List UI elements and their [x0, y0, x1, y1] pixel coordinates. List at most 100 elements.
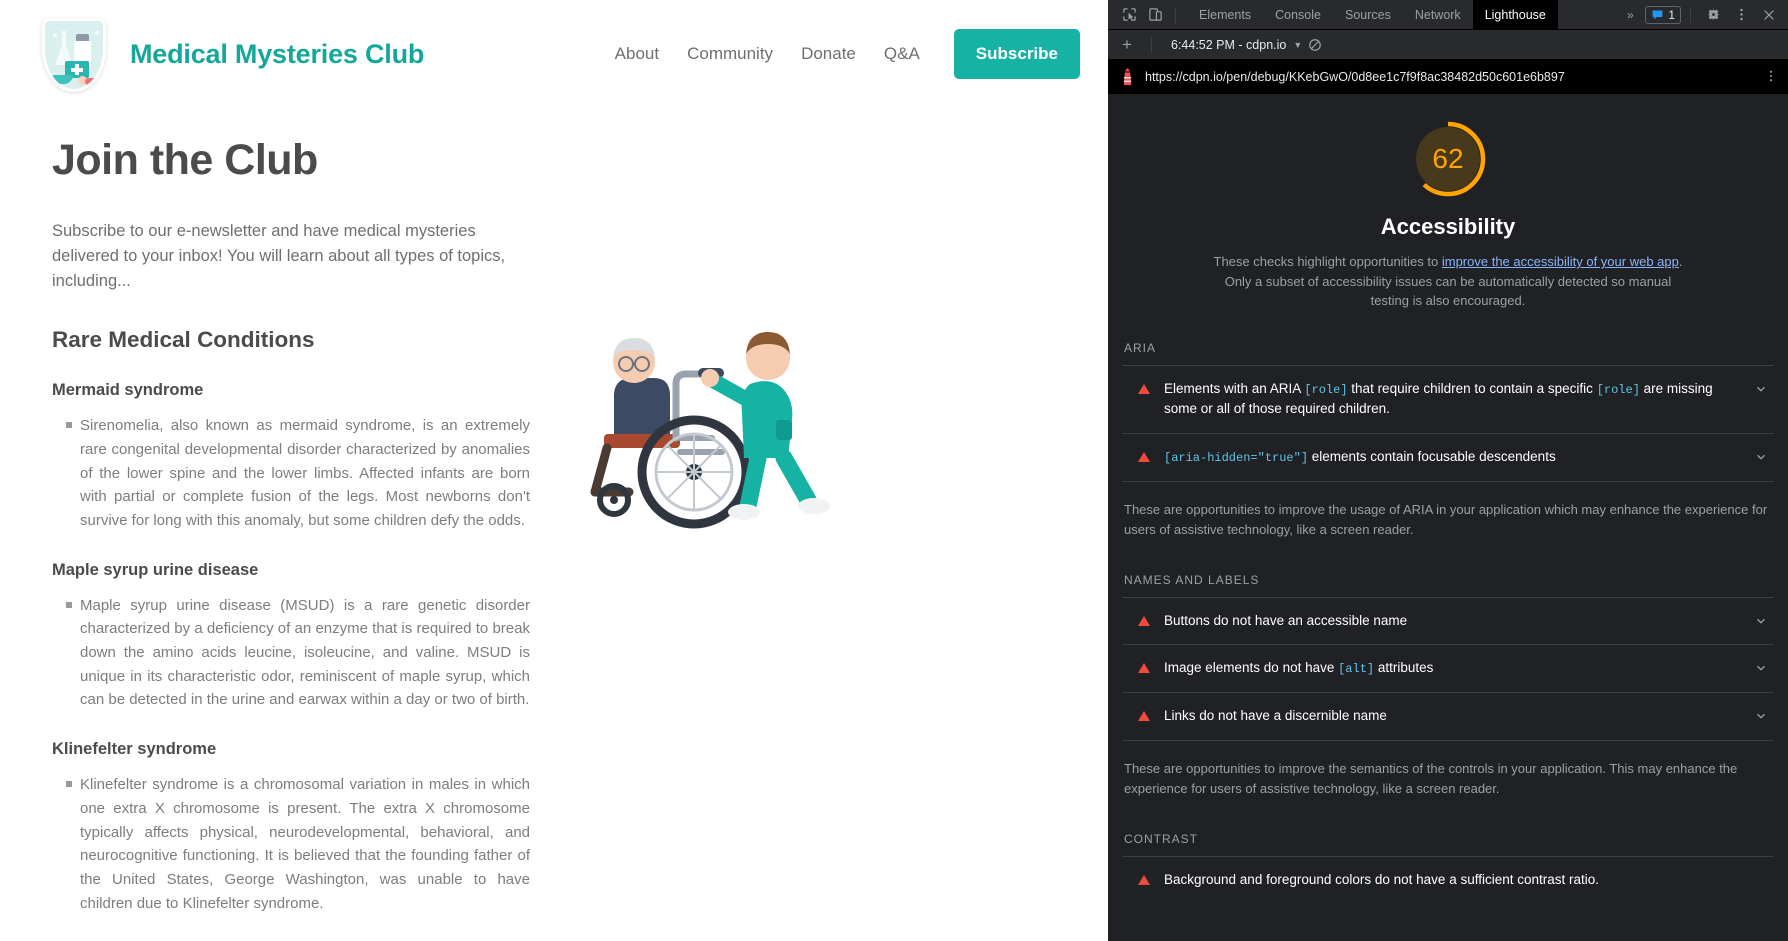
more-tabs-icon[interactable]: »	[1617, 3, 1643, 27]
issues-icon	[1652, 10, 1663, 20]
section-names-and-labels: NAMES AND LABELS Buttons do not have an …	[1108, 547, 1788, 806]
device-toolbar-icon[interactable]	[1142, 3, 1168, 27]
section-title: Rare Medical Conditions	[52, 327, 315, 353]
issues-count: 1	[1668, 7, 1675, 22]
warning-icon	[1138, 383, 1150, 394]
condition-list-mermaid: Sirenomelia, also known as mermaid syndr…	[36, 414, 552, 532]
audit-title: Buttons do not have an accessible name	[1164, 612, 1408, 628]
audit-text-mid: attributes	[1374, 660, 1434, 676]
illustration-column	[552, 108, 1072, 941]
clear-icon[interactable]	[1308, 38, 1322, 52]
list-item: Sirenomelia, also known as mermaid syndr…	[66, 414, 530, 532]
audit-text-pre: Image elements do not have	[1164, 660, 1339, 676]
wheelchair-illustration	[590, 332, 830, 529]
chevron-down-icon[interactable]	[1754, 382, 1768, 399]
audit-title: Image elements do not have [alt] attribu…	[1164, 658, 1740, 679]
lighthouse-subbar: + 6:44:52 PM - cdpn.io ▼	[1108, 30, 1788, 60]
devtools-toolbar: Elements Console Sources Network Lightho…	[1108, 0, 1788, 30]
intro-paragraph: Subscribe to our e-newsletter and have m…	[52, 222, 506, 290]
main-nav: About Community Donate Q&A Subscribe	[615, 29, 1080, 79]
audit-code-2: [role]	[1596, 382, 1640, 397]
report-select[interactable]: 6:44:52 PM - cdpn.io ▼	[1165, 38, 1302, 52]
lighthouse-logo-icon	[1123, 67, 1132, 86]
section-heading-contrast: CONTRAST	[1124, 831, 1198, 846]
issues-badge[interactable]: 1	[1645, 5, 1681, 24]
devtools-tabs: Elements Console Sources Network Lightho…	[1187, 0, 1558, 30]
audit-title: Background and foreground colors do not …	[1164, 871, 1600, 887]
section-aria: ARIA Elements with an ARIA [role] that r…	[1108, 315, 1788, 547]
audit-code: [role]	[1304, 382, 1348, 397]
list-item: Maple syrup urine disease (MSUD) is a ra…	[66, 594, 530, 712]
devtools-panel: Elements Console Sources Network Lightho…	[1108, 0, 1788, 941]
condition-title-msud: Maple syrup urine disease	[52, 560, 259, 579]
accessibility-docs-link[interactable]: improve the accessibility of your web ap…	[1442, 254, 1679, 269]
page-title: Join the Club	[52, 136, 318, 184]
section-contrast: CONTRAST Background and foreground color…	[1108, 806, 1788, 904]
score-gauge-wrap: 62 Accessibility These checks highlight …	[1108, 94, 1788, 315]
audit-title: Elements with an ARIA [role] that requir…	[1164, 379, 1740, 421]
condition-title-mermaid: Mermaid syndrome	[52, 381, 204, 400]
group-description-aria: These are opportunities to improve the u…	[1122, 481, 1774, 546]
report-url: https://cdpn.io/pen/debug/KKebGwO/0d8ee1…	[1145, 70, 1565, 84]
warning-icon	[1138, 874, 1150, 885]
nav-item-about[interactable]: About	[615, 44, 659, 64]
tab-network[interactable]: Network	[1403, 0, 1473, 30]
audit-code: [aria-hidden="true"]	[1164, 451, 1309, 466]
site-title: Medical Mysteries Club	[130, 38, 425, 69]
inspect-element-icon[interactable]	[1116, 3, 1142, 27]
tab-elements[interactable]: Elements	[1187, 0, 1263, 30]
audit-row[interactable]: Elements with an ARIA [role] that requir…	[1122, 364, 1774, 434]
audit-row[interactable]: Buttons do not have an accessible name	[1122, 596, 1774, 645]
lighthouse-report: https://cdpn.io/pen/debug/KKebGwO/0d8ee1…	[1108, 60, 1788, 941]
nav-item-community[interactable]: Community	[687, 44, 773, 64]
description-pre: These checks highlight opportunities to	[1213, 254, 1442, 269]
header-subscribe-button[interactable]: Subscribe	[953, 29, 1080, 79]
site-logo-icon[interactable]	[36, 8, 114, 100]
gear-icon[interactable]	[1700, 3, 1726, 27]
nav-item-qa[interactable]: Q&A	[884, 44, 920, 64]
chevron-down-icon[interactable]	[1754, 450, 1768, 467]
condition-title-klinefelter: Klinefelter syndrome	[52, 740, 217, 759]
tab-sources[interactable]: Sources	[1333, 0, 1403, 30]
warning-icon	[1138, 711, 1150, 722]
report-url-bar: https://cdpn.io/pen/debug/KKebGwO/0d8ee1…	[1108, 60, 1788, 94]
audit-text-mid: that require children to contain a speci…	[1347, 380, 1597, 396]
audit-text-mid: elements contain focusable descendents	[1308, 449, 1556, 465]
condition-list-msud: Maple syrup urine disease (MSUD) is a ra…	[36, 594, 552, 712]
list-item: Klinefelter syndrome is a chromosomal va…	[66, 773, 530, 915]
audit-row[interactable]: Links do not have a discernible name	[1122, 692, 1774, 740]
close-icon[interactable]	[1756, 3, 1782, 27]
report-options-icon[interactable]	[1764, 69, 1778, 86]
warning-icon	[1138, 663, 1150, 674]
report-select-label: 6:44:52 PM - cdpn.io	[1171, 37, 1287, 52]
toolbar-divider-2	[1690, 6, 1691, 23]
tab-console[interactable]: Console	[1263, 0, 1333, 30]
score-value: 62	[1432, 143, 1464, 174]
site-header: Medical Mysteries Club About Community D…	[0, 0, 1108, 108]
web-page-pane: Medical Mysteries Club About Community D…	[0, 0, 1108, 941]
audit-title: [aria-hidden="true"] elements contain fo…	[1164, 447, 1740, 468]
audit-row[interactable]: Background and foreground colors do not …	[1122, 855, 1774, 904]
page-body: Join the Club Subscribe to our e-newslet…	[0, 108, 1108, 941]
chevron-down-icon[interactable]	[1754, 709, 1768, 726]
warning-icon	[1138, 452, 1150, 463]
warning-icon	[1138, 615, 1150, 626]
chevron-down-icon: ▼	[1293, 39, 1303, 50]
toolbar-divider	[1175, 6, 1176, 23]
more-options-icon[interactable]	[1728, 3, 1754, 27]
audit-title: Links do not have a discernible name	[1164, 708, 1387, 724]
tab-lighthouse[interactable]: Lighthouse	[1472, 0, 1558, 30]
chevron-down-icon[interactable]	[1754, 614, 1768, 631]
nav-item-donate[interactable]: Donate	[801, 44, 856, 64]
category-title: Accessibility	[1380, 214, 1516, 239]
new-report-button[interactable]: +	[1116, 35, 1138, 55]
chevron-down-icon[interactable]	[1754, 661, 1768, 678]
audit-row[interactable]: [aria-hidden="true"] elements contain fo…	[1122, 433, 1774, 481]
audit-text-pre: Elements with an ARIA	[1164, 380, 1305, 396]
audit-row[interactable]: Image elements do not have [alt] attribu…	[1122, 644, 1774, 692]
accessibility-score-gauge: 62	[1407, 118, 1489, 200]
toolbar-actions: » 1	[1617, 3, 1782, 27]
audit-code: [alt]	[1338, 662, 1375, 677]
content-column: Join the Club Subscribe to our e-newslet…	[36, 108, 552, 941]
category-description: These checks highlight opportunities to …	[1198, 252, 1698, 311]
